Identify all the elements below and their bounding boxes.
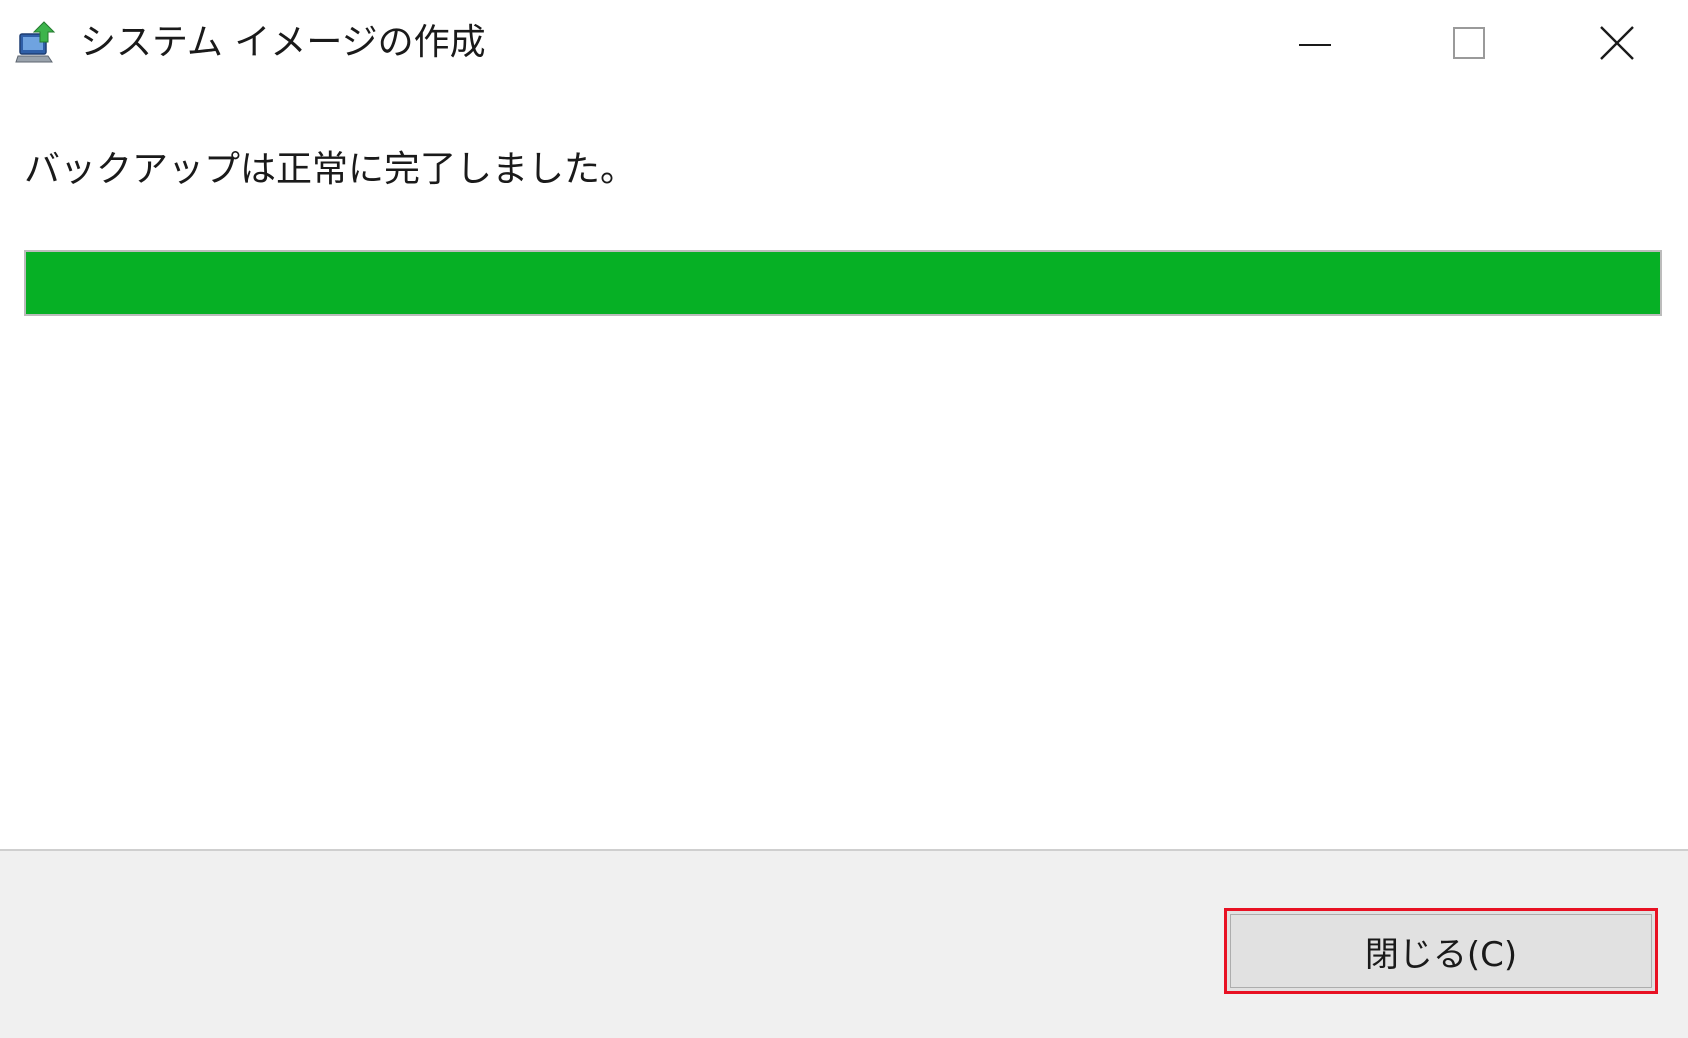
minimize-button[interactable]	[1238, 0, 1392, 86]
backup-computer-icon	[14, 18, 60, 64]
close-icon	[1600, 26, 1634, 60]
system-image-dialog: システム イメージの作成 バックアップは正常に完了しました。 閉じる(C)	[0, 0, 1688, 1038]
maximize-icon	[1453, 27, 1485, 59]
window-close-button[interactable]	[1546, 0, 1688, 86]
status-message: バックアップは正常に完了しました。	[24, 149, 637, 190]
progress-bar	[24, 250, 1662, 316]
close-button-label: 閉じる(C)	[1230, 914, 1652, 988]
close-button[interactable]: 閉じる(C)	[1224, 908, 1658, 994]
progress-bar-fill	[26, 252, 1660, 314]
minimize-icon	[1299, 44, 1331, 46]
maximize-button[interactable]	[1392, 0, 1546, 86]
window-title: システム イメージの作成	[80, 22, 486, 63]
title-bar[interactable]: システム イメージの作成	[0, 0, 1688, 86]
